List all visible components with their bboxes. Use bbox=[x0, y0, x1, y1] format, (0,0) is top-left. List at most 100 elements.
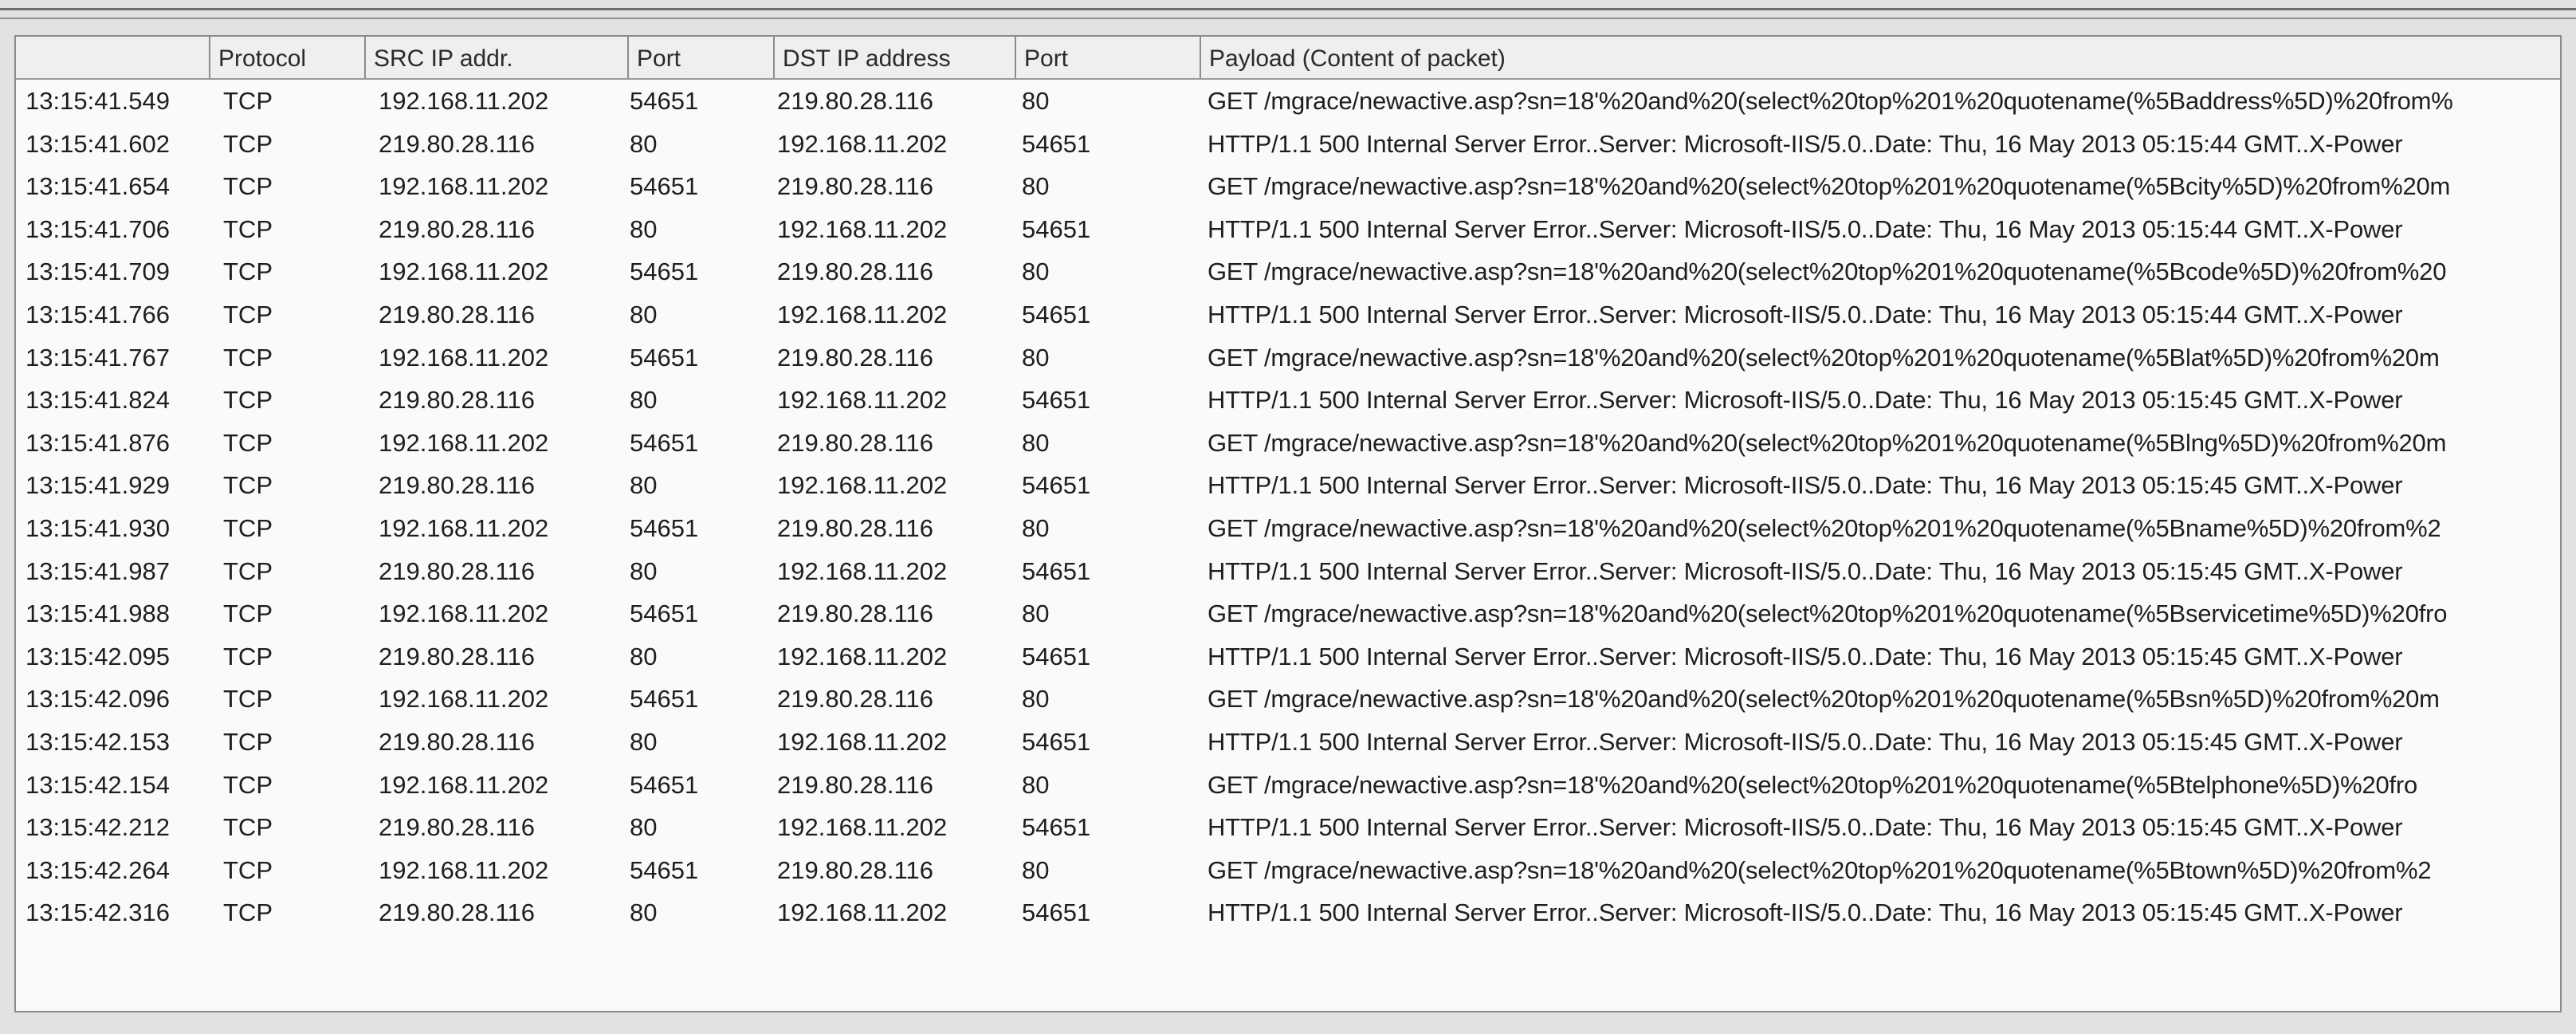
table-row[interactable]: 13:15:41.824 TCP 219.80.28.116 80 192.168.11… bbox=[16, 379, 2560, 422]
cell-time: 13:15:41.930 bbox=[26, 513, 171, 542]
cell-src-ip: 219.80.28.116 bbox=[379, 727, 535, 756]
column-header-dst-ip[interactable]: DST IP address bbox=[775, 37, 1016, 78]
table-row[interactable]: 13:15:41.766 TCP 219.80.28.116 80 192.168.11… bbox=[16, 293, 2560, 336]
table-row[interactable]: 13:15:41.929 TCP 219.80.28.116 80 192.168.11… bbox=[16, 464, 2560, 507]
cell-time: 13:15:42.096 bbox=[26, 685, 171, 714]
cell-protocol: TCP bbox=[223, 428, 273, 457]
cell-payload: GET /mgrace/newactive.asp?sn=18'%20and%2… bbox=[1208, 855, 2432, 884]
cell-time: 13:15:41.709 bbox=[26, 258, 171, 286]
cell-protocol: TCP bbox=[223, 855, 273, 884]
cell-src-ip: 219.80.28.116 bbox=[379, 813, 535, 842]
cell-dst-ip: 192.168.11.202 bbox=[777, 386, 948, 415]
cell-protocol: TCP bbox=[223, 556, 273, 585]
table-row[interactable]: 13:15:42.153 TCP 219.80.28.116 80 192.168.11… bbox=[16, 721, 2560, 764]
cell-dst-ip: 219.80.28.116 bbox=[777, 685, 933, 714]
table-row[interactable]: 13:15:41.988 TCP 192.168.11.202 54651 219.80… bbox=[16, 592, 2560, 635]
cell-dst-ip: 219.80.28.116 bbox=[777, 855, 933, 884]
cell-dst-ip: 192.168.11.202 bbox=[777, 214, 948, 243]
cell-protocol: TCP bbox=[223, 471, 273, 500]
cell-time: 13:15:41.929 bbox=[26, 471, 171, 500]
table-row[interactable]: 13:15:41.549 TCP 192.168.11.202 54651 219.80… bbox=[16, 80, 2560, 123]
cell-src-ip: 219.80.28.116 bbox=[379, 642, 535, 670]
table-row[interactable]: 13:15:41.602 TCP 219.80.28.116 80 192.168.11… bbox=[16, 123, 2560, 166]
cell-src-ip: 192.168.11.202 bbox=[379, 770, 549, 799]
cell-src-ip: 192.168.11.202 bbox=[379, 685, 549, 714]
cell-protocol: TCP bbox=[223, 600, 273, 628]
cell-dst-ip: 192.168.11.202 bbox=[777, 129, 948, 158]
cell-dst-ip: 219.80.28.116 bbox=[777, 343, 933, 372]
table-row[interactable]: 13:15:41.767 TCP 192.168.11.202 54651 219.80… bbox=[16, 336, 2560, 379]
cell-protocol: TCP bbox=[223, 214, 273, 243]
cell-time: 13:15:41.602 bbox=[26, 129, 171, 158]
column-header-bar: Protocol SRC IP addr. Port DST IP addres… bbox=[16, 37, 2560, 80]
cell-payload: GET /mgrace/newactive.asp?sn=18'%20and%2… bbox=[1208, 428, 2447, 457]
cell-dst-port: 80 bbox=[1022, 513, 1050, 542]
cell-src-port: 80 bbox=[630, 471, 658, 500]
cell-src-ip: 219.80.28.116 bbox=[379, 300, 535, 328]
cell-src-port: 54651 bbox=[630, 258, 699, 286]
table-row[interactable]: 13:15:42.154 TCP 192.168.11.202 54651 219.80… bbox=[16, 764, 2560, 807]
top-border-line bbox=[0, 8, 2576, 10]
cell-protocol: TCP bbox=[223, 87, 273, 115]
table-row[interactable]: 13:15:41.876 TCP 192.168.11.202 54651 219.80… bbox=[16, 422, 2560, 465]
cell-dst-port: 80 bbox=[1022, 343, 1050, 372]
cell-payload: GET /mgrace/newactive.asp?sn=18'%20and%2… bbox=[1208, 258, 2447, 286]
cell-time: 13:15:41.549 bbox=[26, 87, 171, 115]
cell-dst-ip: 192.168.11.202 bbox=[777, 813, 948, 842]
cell-dst-ip: 219.80.28.116 bbox=[777, 258, 933, 286]
cell-src-port: 54651 bbox=[630, 685, 699, 714]
cell-time: 13:15:41.876 bbox=[26, 428, 171, 457]
cell-time: 13:15:42.212 bbox=[26, 813, 171, 842]
column-header-dst-port[interactable]: Port bbox=[1016, 37, 1201, 78]
cell-protocol: TCP bbox=[223, 685, 273, 714]
column-header-protocol[interactable]: Protocol bbox=[210, 37, 366, 78]
column-header-src-port[interactable]: Port bbox=[629, 37, 775, 78]
cell-protocol: TCP bbox=[223, 300, 273, 328]
cell-dst-port: 80 bbox=[1022, 600, 1050, 628]
cell-dst-ip: 219.80.28.116 bbox=[777, 513, 933, 542]
cell-dst-port: 54651 bbox=[1022, 642, 1091, 670]
cell-protocol: TCP bbox=[223, 343, 273, 372]
column-header-src-ip[interactable]: SRC IP addr. bbox=[366, 37, 629, 78]
cell-payload: GET /mgrace/newactive.asp?sn=18'%20and%2… bbox=[1208, 87, 2453, 115]
cell-time: 13:15:42.316 bbox=[26, 898, 171, 927]
table-row[interactable]: 13:15:42.264 TCP 192.168.11.202 54651 219.80… bbox=[16, 849, 2560, 892]
cell-dst-port: 80 bbox=[1022, 855, 1050, 884]
cell-src-port: 54651 bbox=[630, 87, 699, 115]
cell-payload: HTTP/1.1 500 Internal Server Error..Serv… bbox=[1208, 898, 2403, 927]
cell-payload: HTTP/1.1 500 Internal Server Error..Serv… bbox=[1208, 129, 2403, 158]
table-row[interactable]: 13:15:41.987 TCP 219.80.28.116 80 192.168.11… bbox=[16, 550, 2560, 593]
cell-src-ip: 192.168.11.202 bbox=[379, 428, 549, 457]
cell-payload: GET /mgrace/newactive.asp?sn=18'%20and%2… bbox=[1208, 513, 2441, 542]
cell-dst-ip: 192.168.11.202 bbox=[777, 642, 948, 670]
cell-dst-port: 80 bbox=[1022, 87, 1050, 115]
packet-list-view[interactable]: Protocol SRC IP addr. Port DST IP addres… bbox=[14, 35, 2562, 1012]
table-row[interactable]: 13:15:42.096 TCP 192.168.11.202 54651 219.80… bbox=[16, 678, 2560, 721]
table-row[interactable]: 13:15:42.095 TCP 219.80.28.116 80 192.168.11… bbox=[16, 635, 2560, 678]
cell-dst-ip: 219.80.28.116 bbox=[777, 770, 933, 799]
table-row[interactable]: 13:15:41.930 TCP 192.168.11.202 54651 219.80… bbox=[16, 507, 2560, 550]
table-row[interactable]: 13:15:41.706 TCP 219.80.28.116 80 192.168.11… bbox=[16, 208, 2560, 251]
table-row[interactable]: 13:15:41.654 TCP 192.168.11.202 54651 219.80… bbox=[16, 165, 2560, 208]
column-header-time[interactable] bbox=[16, 37, 210, 78]
table-row[interactable]: 13:15:42.316 TCP 219.80.28.116 80 192.168.11… bbox=[16, 891, 2560, 934]
cell-src-port: 54651 bbox=[630, 343, 699, 372]
cell-time: 13:15:41.987 bbox=[26, 556, 171, 585]
cell-src-port: 54651 bbox=[630, 428, 699, 457]
cell-time: 13:15:41.824 bbox=[26, 386, 171, 415]
cell-src-port: 80 bbox=[630, 898, 658, 927]
cell-src-port: 80 bbox=[630, 129, 658, 158]
cell-src-ip: 192.168.11.202 bbox=[379, 87, 549, 115]
cell-dst-port: 54651 bbox=[1022, 386, 1091, 415]
table-row[interactable]: 13:15:41.709 TCP 192.168.11.202 54651 219.80… bbox=[16, 250, 2560, 293]
cell-payload: GET /mgrace/newactive.asp?sn=18'%20and%2… bbox=[1208, 600, 2448, 628]
cell-time: 13:15:42.264 bbox=[26, 855, 171, 884]
cell-src-ip: 219.80.28.116 bbox=[379, 471, 535, 500]
cell-src-port: 54651 bbox=[630, 770, 699, 799]
column-header-payload[interactable]: Payload (Content of packet) bbox=[1201, 37, 2560, 78]
cell-time: 13:15:41.988 bbox=[26, 600, 171, 628]
cell-src-port: 80 bbox=[630, 727, 658, 756]
cell-payload: HTTP/1.1 500 Internal Server Error..Serv… bbox=[1208, 300, 2403, 328]
table-row[interactable]: 13:15:42.212 TCP 219.80.28.116 80 192.168.11… bbox=[16, 806, 2560, 849]
cell-src-ip: 219.80.28.116 bbox=[379, 898, 535, 927]
